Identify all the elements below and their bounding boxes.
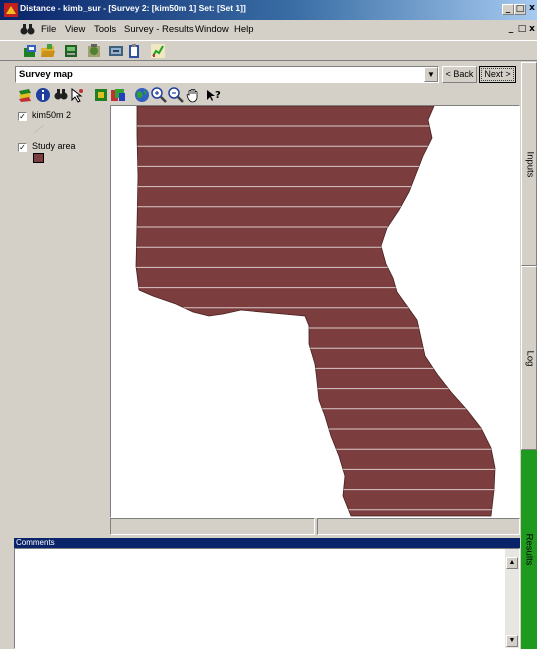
zoom-in-icon[interactable] <box>151 87 167 103</box>
scroll-down-icon[interactable]: ▼ <box>506 635 518 647</box>
data-icon[interactable] <box>63 43 79 59</box>
analysis-icon[interactable] <box>150 43 166 59</box>
legend-panel: ✓ kim50m 2 ✓ Study area <box>15 105 108 535</box>
menu-tools[interactable]: Tools <box>94 24 116 35</box>
survey-map-select[interactable]: Survey map ▼ <box>15 66 439 83</box>
comments-textarea[interactable]: ▲ ▼ <box>14 548 520 649</box>
menu-survey-results[interactable]: Survey - Results <box>124 24 194 35</box>
close-button[interactable]: x <box>527 4 537 15</box>
folder-icon[interactable] <box>40 43 56 59</box>
study-area-map <box>135 106 496 517</box>
info-icon[interactable] <box>35 87 51 103</box>
comments-header: Comments <box>14 538 520 548</box>
chevron-down-icon[interactable]: ▼ <box>424 67 438 82</box>
tab-log[interactable]: Log <box>521 266 537 450</box>
menu-view[interactable]: View <box>65 24 85 35</box>
menu-window[interactable]: Window <box>195 24 229 35</box>
tab-inputs[interactable]: Inputs <box>521 62 537 266</box>
select-icon[interactable] <box>69 87 85 103</box>
open-project-icon[interactable] <box>22 43 38 59</box>
area-swatch <box>33 153 44 163</box>
main-toolbar <box>0 40 537 61</box>
find-icon[interactable] <box>53 87 69 103</box>
map-status-bar <box>110 518 520 535</box>
layer-checkbox-study-area[interactable]: ✓ <box>18 143 27 152</box>
map-icon[interactable] <box>86 43 102 59</box>
tab-results-label: Results <box>523 533 535 566</box>
tab-log-label: Log <box>524 350 536 366</box>
study-area-polygon <box>135 106 496 517</box>
back-button[interactable]: < Back <box>442 66 477 83</box>
menu-file[interactable]: File <box>41 24 56 35</box>
zoom-out-icon[interactable] <box>168 87 184 103</box>
palette-icon[interactable] <box>110 87 126 103</box>
globe-icon[interactable] <box>134 87 150 103</box>
child-close-button[interactable]: x <box>527 25 537 36</box>
layer-checkbox-kim50m[interactable]: ✓ <box>18 112 27 121</box>
app-icon <box>4 3 18 17</box>
survey-map-select-value: Survey map <box>19 69 73 80</box>
survey-map-canvas[interactable] <box>110 105 520 518</box>
pan-hand-icon[interactable] <box>185 87 201 103</box>
layer-label-study-area: Study area <box>32 141 76 151</box>
clipboard-icon[interactable] <box>126 43 142 59</box>
layer-label-kim50m: kim50m 2 <box>32 110 72 120</box>
layers-icon[interactable] <box>17 87 33 103</box>
svg-text:?: ? <box>215 90 221 101</box>
model-icon[interactable] <box>108 43 124 59</box>
minimize-button[interactable]: _ <box>502 4 514 15</box>
menu-help[interactable]: Help <box>234 24 254 35</box>
maximize-button[interactable]: □ <box>514 4 526 15</box>
help-pointer-icon[interactable]: ? <box>206 87 222 103</box>
status-cell-left <box>110 518 315 535</box>
binoculars-icon <box>20 24 35 35</box>
theme-icon[interactable] <box>93 87 109 103</box>
status-cell-right <box>317 518 520 535</box>
title-bar[interactable]: Distance - kimb_sur - [Survey 2: [kim50m… <box>0 0 537 20</box>
next-button[interactable]: Next > <box>479 66 516 83</box>
line-swatch-icon <box>33 124 45 134</box>
comments-scrollbar[interactable]: ▲ ▼ <box>505 549 519 648</box>
tab-results[interactable]: Results <box>521 450 537 649</box>
window-title: Distance - kimb_sur - [Survey 2: [kim50m… <box>20 3 246 13</box>
scroll-up-icon[interactable]: ▲ <box>506 557 518 569</box>
tab-inputs-label: Inputs <box>524 151 536 177</box>
